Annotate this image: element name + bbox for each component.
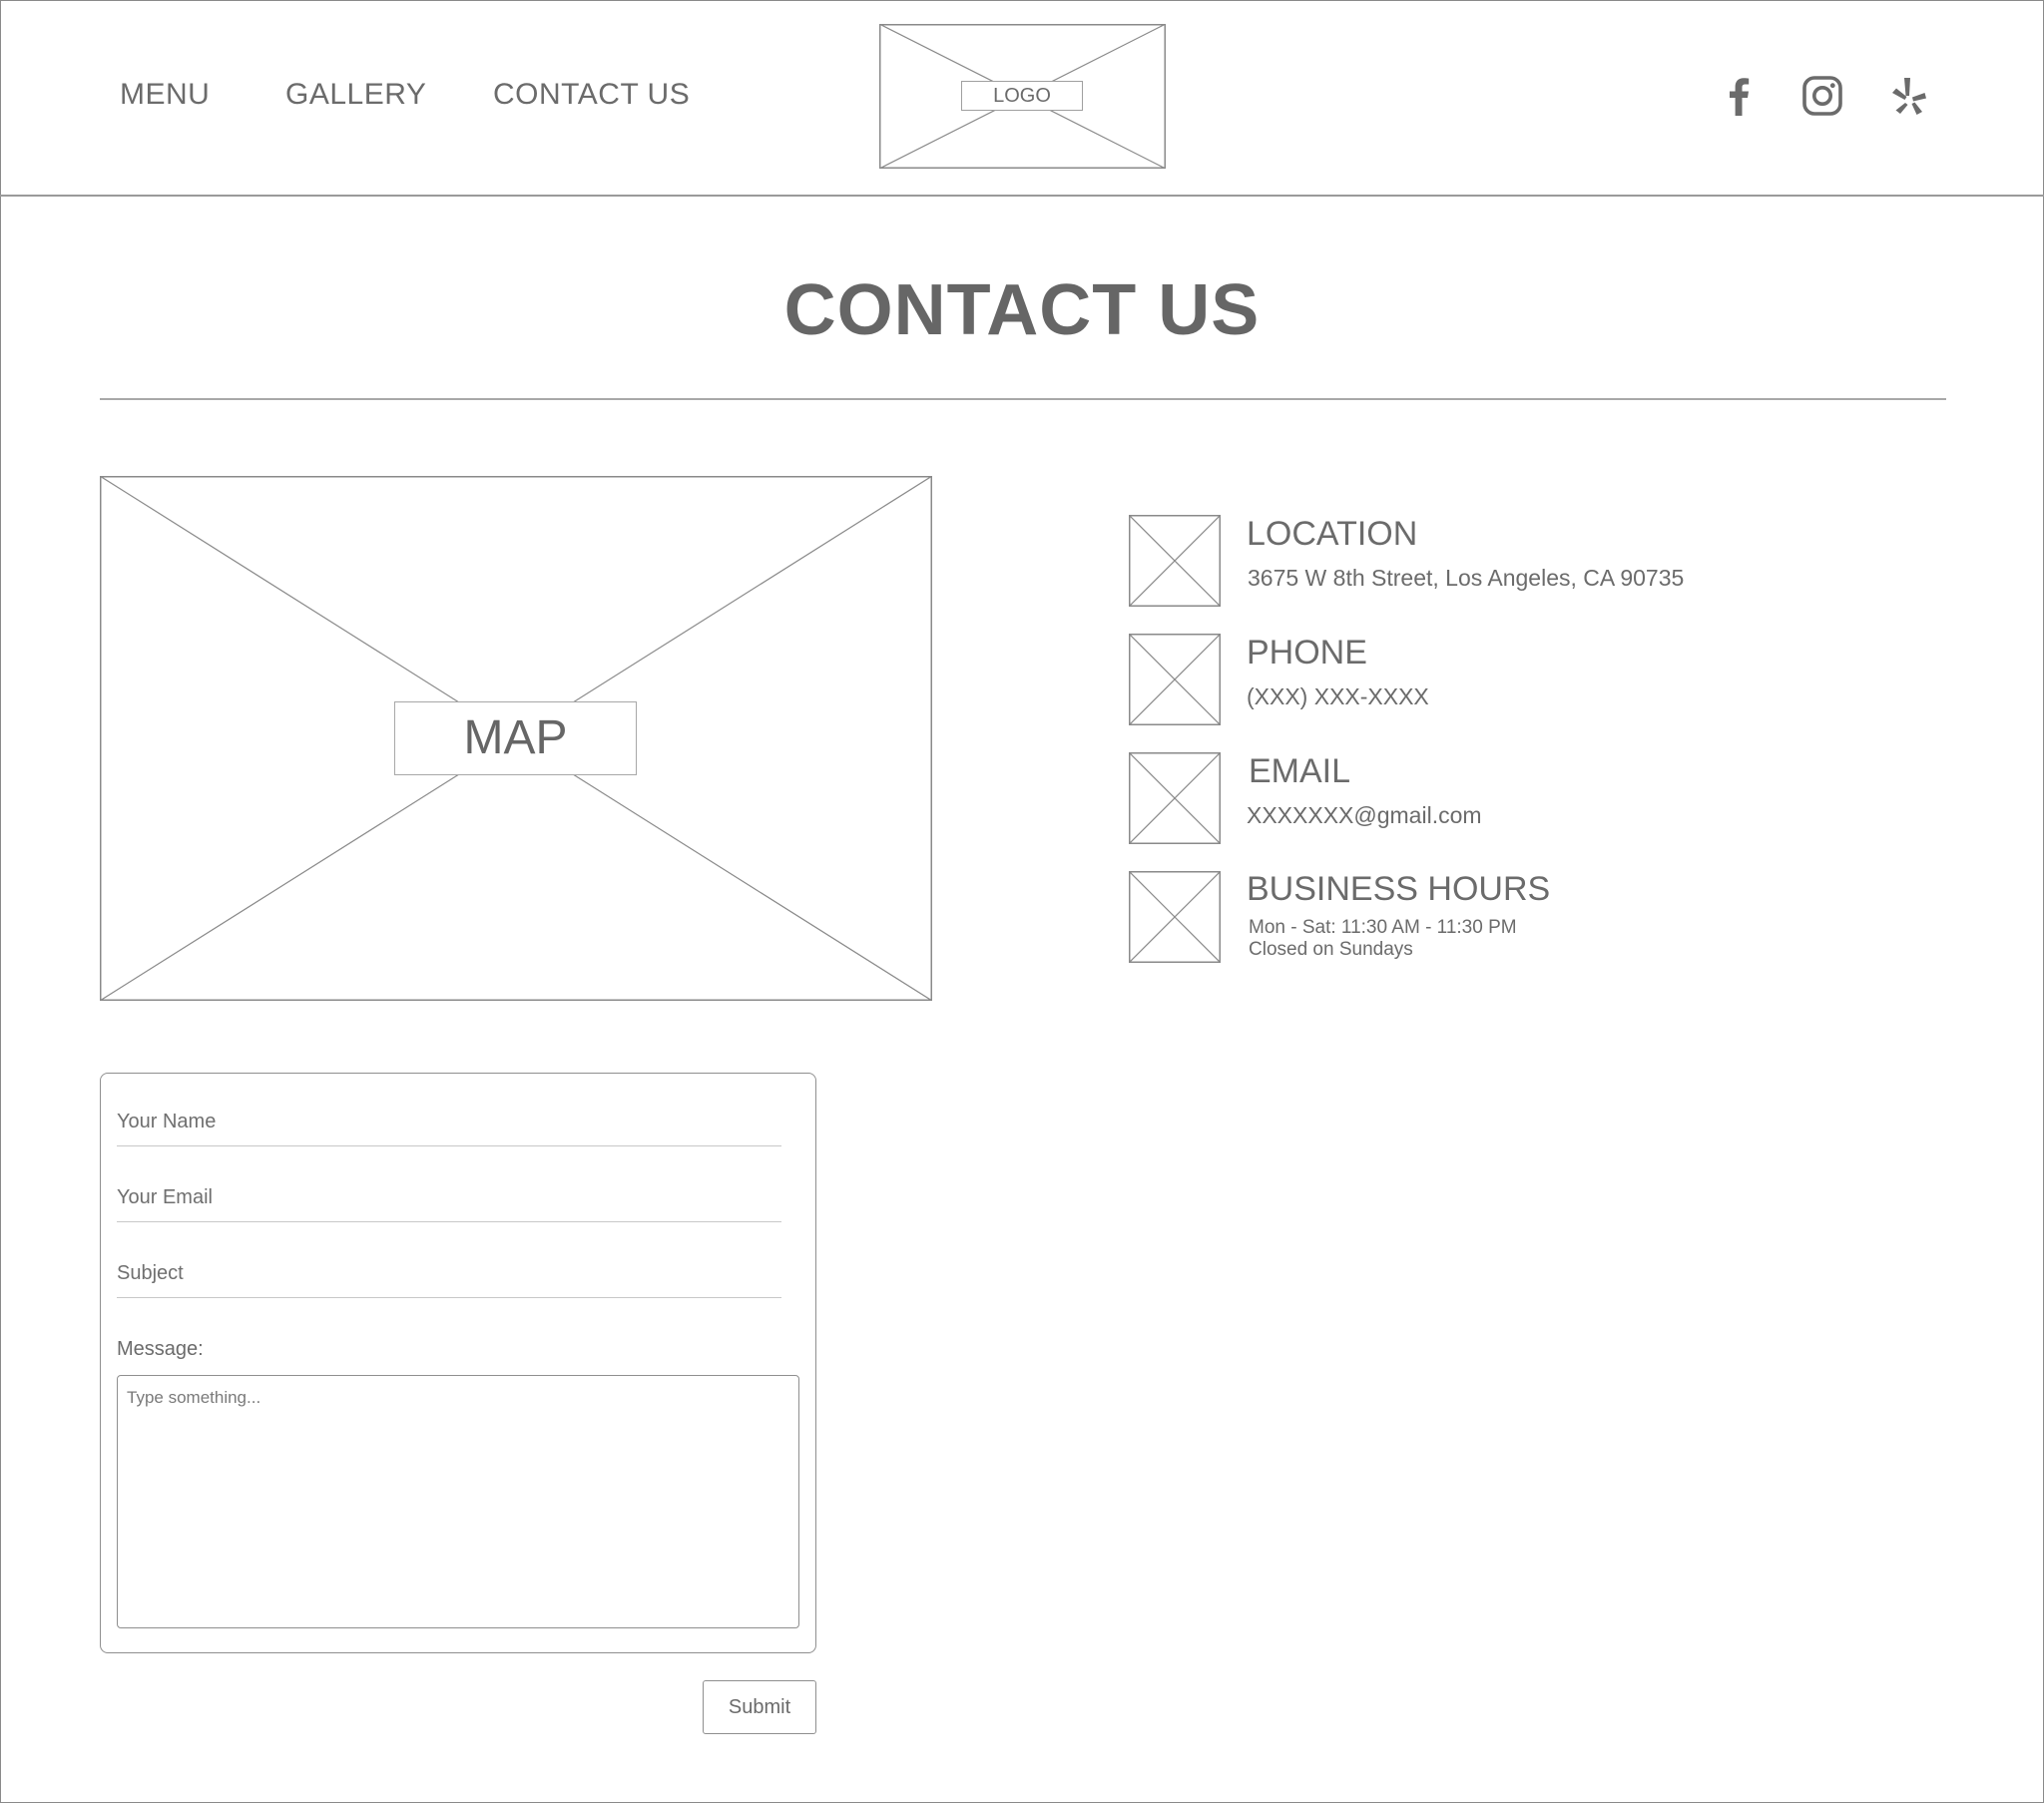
email-text: XXXXXXX@gmail.com — [1247, 802, 1482, 828]
nav-menu-link[interactable]: MENU — [120, 78, 210, 112]
phone-icon — [1129, 634, 1221, 725]
site-header: MENU GALLERY CONTACT US LOGO — [0, 0, 2044, 197]
phone-title: PHONE — [1247, 634, 1367, 672]
nav-gallery-link[interactable]: GALLERY — [285, 78, 426, 112]
email-title: EMAIL — [1249, 752, 1351, 790]
message-textarea[interactable] — [117, 1375, 799, 1628]
map-placeholder[interactable]: MAP — [99, 475, 933, 1002]
yelp-icon[interactable] — [1886, 74, 1930, 118]
page-title: CONTACT US — [783, 270, 1261, 350]
title-divider — [100, 398, 1946, 400]
submit-button[interactable]: Submit — [703, 1680, 816, 1734]
hours-icon — [1129, 871, 1221, 963]
map-label: MAP — [394, 701, 637, 775]
facebook-icon[interactable] — [1718, 74, 1762, 118]
message-label: Message: — [117, 1338, 204, 1360]
nav-contact-link[interactable]: CONTACT US — [493, 78, 690, 112]
hours-title: BUSINESS HOURS — [1247, 870, 1551, 908]
location-title: LOCATION — [1247, 515, 1418, 553]
instagram-icon[interactable] — [1800, 74, 1844, 118]
email-icon — [1129, 752, 1221, 844]
subject-input[interactable] — [117, 1255, 781, 1298]
contact-form: Message: — [100, 1073, 816, 1653]
name-input[interactable] — [117, 1104, 781, 1146]
location-icon — [1129, 515, 1221, 607]
email-input[interactable] — [117, 1179, 781, 1222]
hours-line-2: Closed on Sundays — [1249, 939, 1413, 960]
phone-text: (XXX) XXX-XXXX — [1247, 683, 1429, 709]
location-text: 3675 W 8th Street, Los Angeles, CA 90735 — [1248, 565, 1685, 591]
logo-placeholder[interactable]: LOGO — [878, 23, 1167, 170]
hours-line-1: Mon - Sat: 11:30 AM - 11:30 PM — [1249, 917, 1517, 938]
logo-label: LOGO — [961, 81, 1083, 111]
